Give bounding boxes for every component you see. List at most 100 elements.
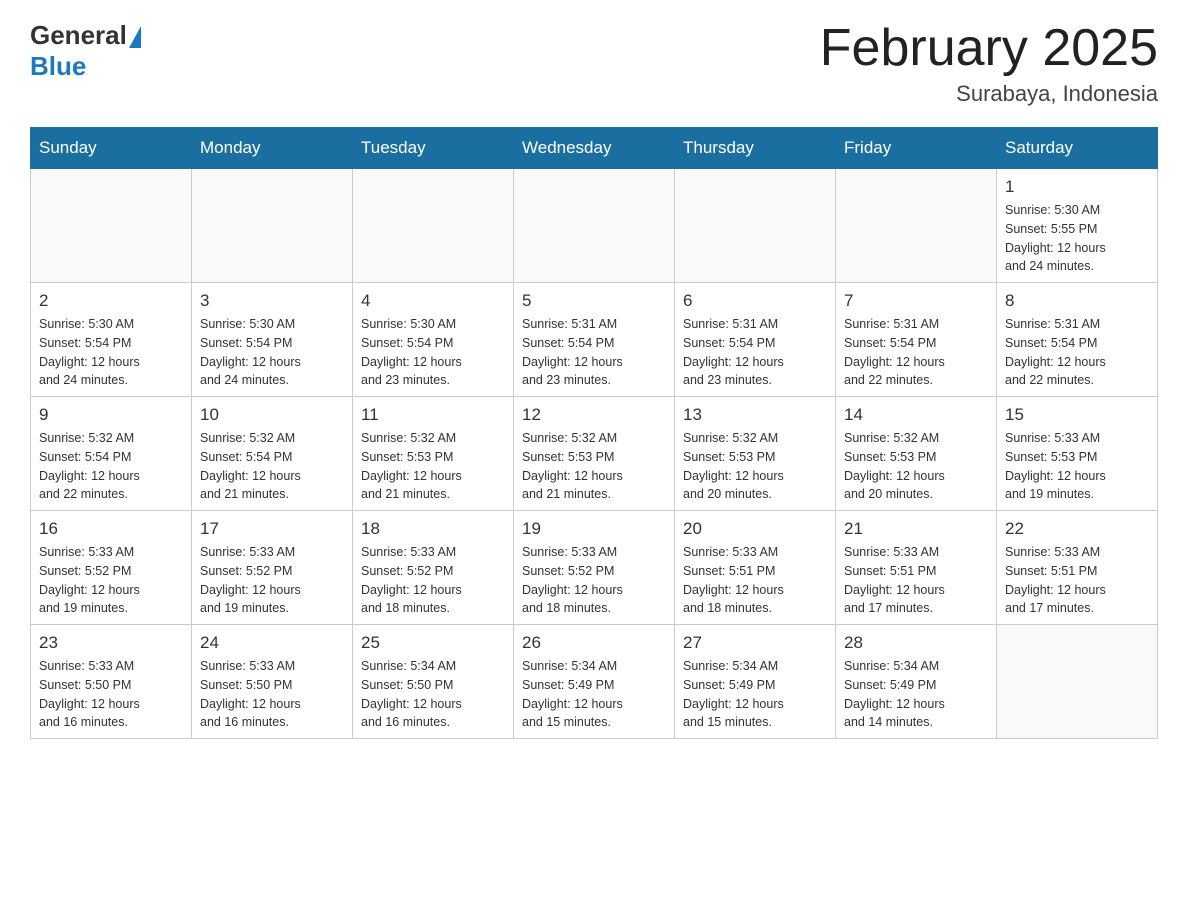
calendar-cell: 23 Sunrise: 5:33 AM Sunset: 5:50 PM Dayli… xyxy=(31,625,192,739)
day-number: 19 xyxy=(522,519,666,539)
calendar-table: SundayMondayTuesdayWednesdayThursdayFrid… xyxy=(30,127,1158,739)
day-info: Sunrise: 5:33 AM Sunset: 5:52 PM Dayligh… xyxy=(39,543,183,618)
day-number: 12 xyxy=(522,405,666,425)
calendar-cell: 6 Sunrise: 5:31 AM Sunset: 5:54 PM Daylig… xyxy=(675,283,836,397)
day-number: 23 xyxy=(39,633,183,653)
calendar-cell xyxy=(31,169,192,283)
day-info: Sunrise: 5:33 AM Sunset: 5:50 PM Dayligh… xyxy=(200,657,344,732)
day-info: Sunrise: 5:32 AM Sunset: 5:53 PM Dayligh… xyxy=(844,429,988,504)
calendar-cell: 15Sunrise: 5:33 AM Sunset: 5:53 PM Dayli… xyxy=(997,397,1158,511)
day-number: 24 xyxy=(200,633,344,653)
day-number: 6 xyxy=(683,291,827,311)
calendar-cell: 28Sunrise: 5:34 AM Sunset: 5:49 PM Dayli… xyxy=(836,625,997,739)
day-info: Sunrise: 5:32 AM Sunset: 5:53 PM Dayligh… xyxy=(683,429,827,504)
calendar-cell xyxy=(514,169,675,283)
day-number: 28 xyxy=(844,633,988,653)
calendar-header: SundayMondayTuesdayWednesdayThursdayFrid… xyxy=(31,128,1158,169)
day-number: 17 xyxy=(200,519,344,539)
day-number: 27 xyxy=(683,633,827,653)
calendar-cell xyxy=(675,169,836,283)
day-info: Sunrise: 5:32 AM Sunset: 5:54 PM Dayligh… xyxy=(39,429,183,504)
logo-general-text: General xyxy=(30,20,127,51)
location-text: Surabaya, Indonesia xyxy=(820,81,1158,107)
day-info: Sunrise: 5:33 AM Sunset: 5:51 PM Dayligh… xyxy=(683,543,827,618)
day-info: Sunrise: 5:33 AM Sunset: 5:50 PM Dayligh… xyxy=(39,657,183,732)
day-number: 14 xyxy=(844,405,988,425)
day-info: Sunrise: 5:34 AM Sunset: 5:49 PM Dayligh… xyxy=(522,657,666,732)
title-block: February 2025 Surabaya, Indonesia xyxy=(820,20,1158,107)
day-info: Sunrise: 5:32 AM Sunset: 5:54 PM Dayligh… xyxy=(200,429,344,504)
calendar-cell: 12 Sunrise: 5:32 AM Sunset: 5:53 PM Dayli… xyxy=(514,397,675,511)
month-title: February 2025 xyxy=(820,20,1158,77)
calendar-cell: 21 Sunrise: 5:33 AM Sunset: 5:51 PM Dayli… xyxy=(836,511,997,625)
day-number: 25 xyxy=(361,633,505,653)
day-info: Sunrise: 5:33 AM Sunset: 5:51 PM Dayligh… xyxy=(1005,543,1149,618)
calendar-cell xyxy=(836,169,997,283)
calendar-cell: 1 Sunrise: 5:30 AM Sunset: 5:55 PM Daylig… xyxy=(997,169,1158,283)
calendar-week-row: 1 Sunrise: 5:30 AM Sunset: 5:55 PM Daylig… xyxy=(31,169,1158,283)
day-number: 18 xyxy=(361,519,505,539)
calendar-cell: 24 Sunrise: 5:33 AM Sunset: 5:50 PM Dayli… xyxy=(192,625,353,739)
logo: General Blue xyxy=(30,20,141,82)
calendar-body: 1 Sunrise: 5:30 AM Sunset: 5:55 PM Daylig… xyxy=(31,169,1158,739)
calendar-cell: 8 Sunrise: 5:31 AM Sunset: 5:54 PM Daylig… xyxy=(997,283,1158,397)
day-number: 22 xyxy=(1005,519,1149,539)
day-number: 21 xyxy=(844,519,988,539)
calendar-cell: 11 Sunrise: 5:32 AM Sunset: 5:53 PM Dayli… xyxy=(353,397,514,511)
day-info: Sunrise: 5:32 AM Sunset: 5:53 PM Dayligh… xyxy=(522,429,666,504)
calendar-cell: 3 Sunrise: 5:30 AM Sunset: 5:54 PM Daylig… xyxy=(192,283,353,397)
day-number: 9 xyxy=(39,405,183,425)
calendar-cell: 16 Sunrise: 5:33 AM Sunset: 5:52 PM Dayli… xyxy=(31,511,192,625)
calendar-week-row: 16 Sunrise: 5:33 AM Sunset: 5:52 PM Dayli… xyxy=(31,511,1158,625)
day-info: Sunrise: 5:33 AM Sunset: 5:52 PM Dayligh… xyxy=(200,543,344,618)
calendar-cell: 27 Sunrise: 5:34 AM Sunset: 5:49 PM Dayli… xyxy=(675,625,836,739)
calendar-cell: 20Sunrise: 5:33 AM Sunset: 5:51 PM Dayli… xyxy=(675,511,836,625)
day-number: 5 xyxy=(522,291,666,311)
day-info: Sunrise: 5:32 AM Sunset: 5:53 PM Dayligh… xyxy=(361,429,505,504)
weekday-header-friday: Friday xyxy=(836,128,997,169)
weekday-header-wednesday: Wednesday xyxy=(514,128,675,169)
day-info: Sunrise: 5:34 AM Sunset: 5:50 PM Dayligh… xyxy=(361,657,505,732)
day-info: Sunrise: 5:31 AM Sunset: 5:54 PM Dayligh… xyxy=(522,315,666,390)
page-header: General Blue February 2025 Surabaya, Ind… xyxy=(30,20,1158,107)
day-number: 3 xyxy=(200,291,344,311)
day-info: Sunrise: 5:30 AM Sunset: 5:54 PM Dayligh… xyxy=(39,315,183,390)
calendar-week-row: 2 Sunrise: 5:30 AM Sunset: 5:54 PM Daylig… xyxy=(31,283,1158,397)
day-info: Sunrise: 5:33 AM Sunset: 5:52 PM Dayligh… xyxy=(522,543,666,618)
calendar-cell: 17 Sunrise: 5:33 AM Sunset: 5:52 PM Dayli… xyxy=(192,511,353,625)
day-number: 10 xyxy=(200,405,344,425)
day-info: Sunrise: 5:31 AM Sunset: 5:54 PM Dayligh… xyxy=(683,315,827,390)
day-number: 7 xyxy=(844,291,988,311)
day-info: Sunrise: 5:34 AM Sunset: 5:49 PM Dayligh… xyxy=(683,657,827,732)
calendar-cell: 19 Sunrise: 5:33 AM Sunset: 5:52 PM Dayli… xyxy=(514,511,675,625)
day-info: Sunrise: 5:33 AM Sunset: 5:51 PM Dayligh… xyxy=(844,543,988,618)
day-number: 16 xyxy=(39,519,183,539)
day-number: 11 xyxy=(361,405,505,425)
calendar-cell: 13 Sunrise: 5:32 AM Sunset: 5:53 PM Dayli… xyxy=(675,397,836,511)
day-info: Sunrise: 5:30 AM Sunset: 5:54 PM Dayligh… xyxy=(200,315,344,390)
calendar-cell: 14 Sunrise: 5:32 AM Sunset: 5:53 PM Dayli… xyxy=(836,397,997,511)
calendar-cell: 22 Sunrise: 5:33 AM Sunset: 5:51 PM Dayli… xyxy=(997,511,1158,625)
day-info: Sunrise: 5:31 AM Sunset: 5:54 PM Dayligh… xyxy=(1005,315,1149,390)
day-number: 13 xyxy=(683,405,827,425)
weekday-header-tuesday: Tuesday xyxy=(353,128,514,169)
calendar-cell xyxy=(997,625,1158,739)
day-number: 1 xyxy=(1005,177,1149,197)
day-number: 8 xyxy=(1005,291,1149,311)
weekday-header-sunday: Sunday xyxy=(31,128,192,169)
day-number: 2 xyxy=(39,291,183,311)
weekday-header-monday: Monday xyxy=(192,128,353,169)
weekday-header-row: SundayMondayTuesdayWednesdayThursdayFrid… xyxy=(31,128,1158,169)
day-info: Sunrise: 5:33 AM Sunset: 5:53 PM Dayligh… xyxy=(1005,429,1149,504)
day-info: Sunrise: 5:30 AM Sunset: 5:55 PM Dayligh… xyxy=(1005,201,1149,276)
calendar-cell: 10 Sunrise: 5:32 AM Sunset: 5:54 PM Dayli… xyxy=(192,397,353,511)
calendar-cell: 25 Sunrise: 5:34 AM Sunset: 5:50 PM Dayli… xyxy=(353,625,514,739)
day-number: 26 xyxy=(522,633,666,653)
day-info: Sunrise: 5:33 AM Sunset: 5:52 PM Dayligh… xyxy=(361,543,505,618)
calendar-cell xyxy=(192,169,353,283)
day-number: 4 xyxy=(361,291,505,311)
calendar-cell: 26 Sunrise: 5:34 AM Sunset: 5:49 PM Dayli… xyxy=(514,625,675,739)
weekday-header-saturday: Saturday xyxy=(997,128,1158,169)
calendar-cell: 2 Sunrise: 5:30 AM Sunset: 5:54 PM Daylig… xyxy=(31,283,192,397)
calendar-cell: 4Sunrise: 5:30 AM Sunset: 5:54 PM Daylig… xyxy=(353,283,514,397)
